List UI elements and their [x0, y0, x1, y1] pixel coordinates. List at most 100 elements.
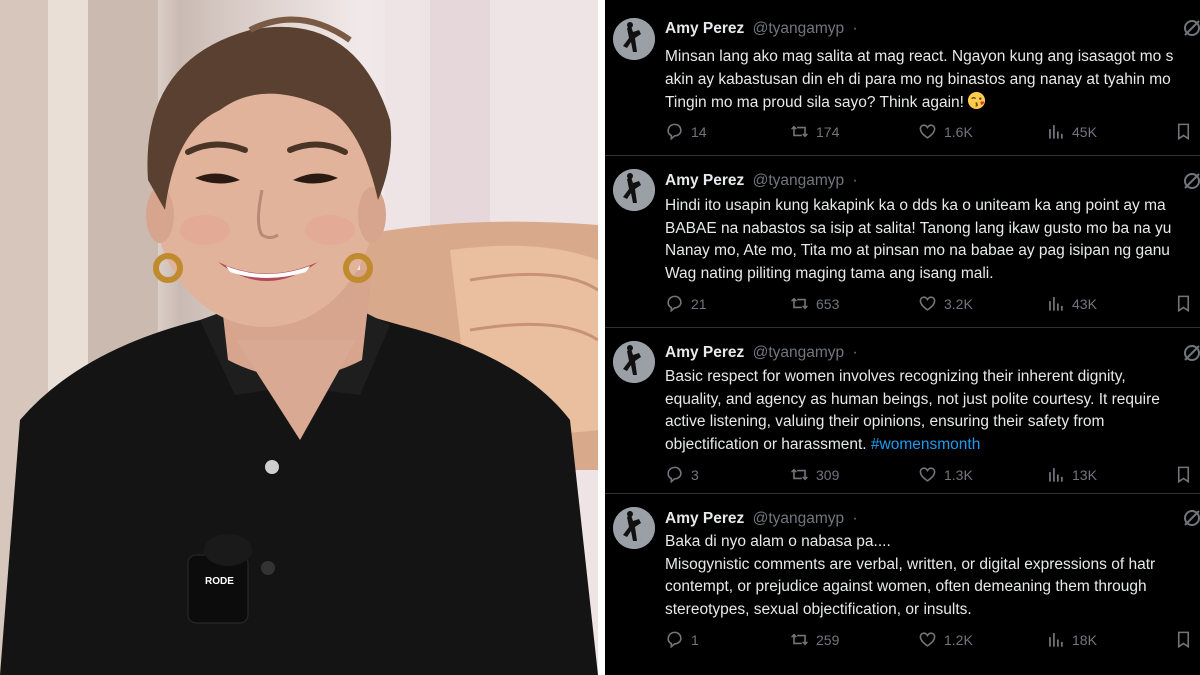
repost-count: 174 — [816, 123, 840, 140]
tweet-line: objectification or harassment. — [665, 435, 867, 453]
mic-brand-label: RODE — [205, 576, 234, 587]
tweet[interactable]: Amy Perez @tyangamyp · Minsan lang ako m… — [605, 0, 1200, 156]
author-handle[interactable]: @tyangamyp — [753, 344, 845, 361]
heart-icon — [919, 632, 936, 647]
repost-icon — [791, 468, 808, 481]
repost-button[interactable]: 309 — [790, 465, 839, 484]
author-handle[interactable]: @tyangamyp — [753, 20, 845, 37]
grok-icon[interactable] — [1182, 343, 1200, 363]
tweet-feed: Amy Perez @tyangamyp · Minsan lang ako m… — [605, 0, 1200, 675]
tweet[interactable]: Amy Perez @tyangamyp · Basic respect for… — [605, 327, 1200, 494]
view-count: 18K — [1072, 631, 1097, 648]
like-button[interactable]: 1.6K — [918, 122, 973, 141]
martial-arts-avatar-icon — [613, 18, 655, 60]
tweet-line: Wag nating piliting maging tama ang isan… — [665, 264, 994, 282]
views-button[interactable]: 43K — [1046, 294, 1097, 313]
tweet-line: Baka di nyo alam o nabasa pa.... — [665, 533, 891, 550]
reply-button[interactable]: 1 — [665, 630, 699, 649]
bookmark-button[interactable] — [1174, 465, 1193, 484]
author-name[interactable]: Amy Perez — [665, 344, 744, 361]
like-count: 3.2K — [944, 295, 973, 312]
tweet-line: Basic respect for women involves recogni… — [665, 368, 1126, 385]
tweet-line: Hindi ito usapin kung kakapink ka o dds … — [665, 197, 1166, 214]
woman-portrait-photo: RODE — [0, 0, 598, 675]
avatar[interactable] — [613, 169, 655, 211]
like-button[interactable]: 1.3K — [918, 465, 973, 484]
tweet-actions: 21 653 3.2K 43K — [665, 294, 1200, 316]
panel-divider — [598, 0, 605, 675]
bookmark-icon — [1177, 123, 1190, 141]
bookmark-button[interactable] — [1174, 630, 1193, 649]
repost-button[interactable]: 653 — [790, 294, 839, 313]
separator-dot: · — [852, 510, 858, 527]
tweet-actions: 14 174 1.6K 45K — [665, 122, 1200, 144]
like-count: 1.3K — [944, 466, 973, 483]
bookmark-button[interactable] — [1174, 294, 1193, 313]
portrait-illustration: RODE — [0, 0, 598, 675]
reply-button[interactable]: 3 — [665, 465, 699, 484]
views-button[interactable]: 18K — [1046, 630, 1097, 649]
separator-dot: · — [852, 20, 858, 37]
repost-count: 653 — [816, 295, 840, 312]
author-handle[interactable]: @tyangamyp — [753, 172, 845, 189]
views-chart-icon — [1049, 468, 1063, 482]
repost-count: 309 — [816, 466, 840, 483]
reply-button[interactable]: 14 — [665, 122, 707, 141]
grok-icon[interactable] — [1182, 171, 1200, 191]
reply-count: 14 — [691, 123, 707, 140]
tweet[interactable]: Amy Perez @tyangamyp · Baka di nyo alam … — [605, 493, 1200, 675]
heart-icon — [919, 467, 936, 482]
tweet-line: Nanay mo, Ate mo, Tita mo at pinsan mo n… — [665, 242, 1170, 259]
reply-icon — [667, 295, 682, 313]
repost-button[interactable]: 259 — [790, 630, 839, 649]
reply-count: 3 — [691, 466, 699, 483]
tweet-actions: 1 259 1.2K 18K — [665, 630, 1200, 652]
kissing-face-emoji-icon — [967, 91, 986, 110]
view-count: 43K — [1072, 295, 1097, 312]
hashtag-link[interactable]: #womensmonth — [871, 436, 980, 453]
avatar[interactable] — [613, 18, 655, 60]
repost-icon — [791, 125, 808, 138]
author-name[interactable]: Amy Perez — [665, 510, 744, 527]
reply-count: 1 — [691, 631, 699, 648]
martial-arts-avatar-icon — [613, 341, 655, 383]
reply-icon — [667, 631, 682, 649]
martial-arts-avatar-icon — [613, 507, 655, 549]
separator-dot: · — [852, 344, 858, 361]
tweet-line: Minsan lang ako mag salita at mag react.… — [665, 48, 1174, 65]
tweet-line: BABAE na nabastos sa isip at salita! Tan… — [665, 219, 1172, 237]
author-handle[interactable]: @tyangamyp — [753, 510, 845, 527]
martial-arts-avatar-icon — [613, 169, 655, 211]
like-button[interactable]: 1.2K — [918, 630, 973, 649]
tweet-line: akin ay kabastusan din eh di para mo ng … — [665, 70, 1171, 88]
reply-count: 21 — [691, 295, 707, 312]
author-name[interactable]: Amy Perez — [665, 20, 744, 37]
bookmark-icon — [1177, 631, 1190, 649]
grok-icon[interactable] — [1182, 18, 1200, 38]
like-count: 1.2K — [944, 631, 973, 648]
views-button[interactable]: 45K — [1046, 122, 1097, 141]
avatar[interactable] — [613, 507, 655, 549]
tweet-line: equality, and agency as human beings, no… — [665, 390, 1160, 408]
reply-icon — [667, 466, 682, 484]
like-count: 1.6K — [944, 123, 973, 140]
author-name[interactable]: Amy Perez — [665, 172, 744, 189]
bookmark-button[interactable] — [1174, 122, 1193, 141]
avatar[interactable] — [613, 341, 655, 383]
bookmark-icon — [1177, 295, 1190, 313]
grok-icon[interactable] — [1182, 508, 1200, 528]
views-chart-icon — [1049, 297, 1063, 311]
views-chart-icon — [1049, 633, 1063, 647]
like-button[interactable]: 3.2K — [918, 294, 973, 313]
view-count: 45K — [1072, 123, 1097, 140]
tweet-text: Minsan lang ako mag salita at mag react.… — [665, 46, 1200, 115]
views-button[interactable]: 13K — [1046, 465, 1097, 484]
tweet-line: Tingin mo ma proud sila sayo? Think agai… — [665, 94, 964, 111]
reply-button[interactable]: 21 — [665, 294, 707, 313]
tweet-text: Hindi ito usapin kung kakapink ka o dds … — [665, 195, 1200, 285]
repost-button[interactable]: 174 — [790, 122, 839, 141]
heart-icon — [919, 296, 936, 311]
tweet[interactable]: Amy Perez @tyangamyp · Hindi ito usapin … — [605, 155, 1200, 328]
views-chart-icon — [1049, 125, 1063, 139]
tweet-line: active listening, valuing their opinions… — [665, 413, 1105, 430]
